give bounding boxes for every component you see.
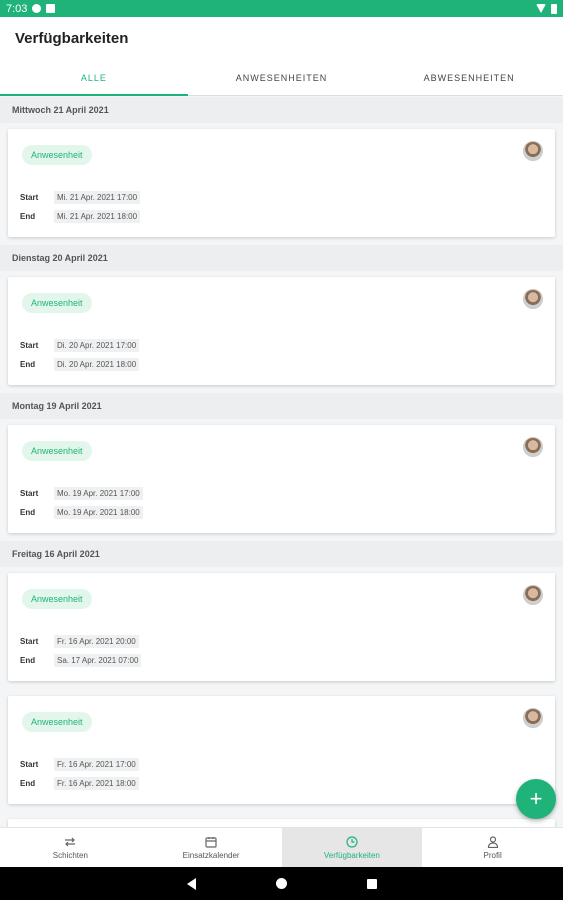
tab-bar: ALLE ANWESENHEITEN ABWESENHEITEN xyxy=(0,60,563,96)
start-value: Di. 20 Apr. 2021 17:00 xyxy=(54,339,140,352)
tab-label: ANWESENHEITEN xyxy=(235,72,328,83)
type-chip: Anwesenheit xyxy=(22,441,92,461)
type-chip: Anwesenheit xyxy=(22,712,92,732)
start-value: Fr. 16 Apr. 2021 20:00 xyxy=(54,635,139,648)
availability-card[interactable]: Anwesenheit Start Fr. 16 Apr. 2021 17:00 … xyxy=(8,696,555,804)
availability-card[interactable]: Anwesenheit Start Fr. 16 Apr. 2021 20:00 … xyxy=(8,573,555,681)
start-label: Start xyxy=(20,193,39,202)
avatar xyxy=(523,141,543,161)
end-value: Fr. 16 Apr. 2021 18:00 xyxy=(54,777,139,790)
tab-anwesenheiten[interactable]: ANWESENHEITEN xyxy=(188,60,376,95)
nav-label: Einsatzkalender xyxy=(182,850,240,860)
end-value: Mo. 19 Apr. 2021 18:00 xyxy=(54,506,143,519)
end-label: End xyxy=(20,508,36,517)
calendar-icon xyxy=(205,836,217,848)
nav-item-einsatzkalender[interactable]: Einsatzkalender xyxy=(141,828,282,867)
nav-label: Profil xyxy=(483,850,502,860)
start-value: Fr. 16 Apr. 2021 17:00 xyxy=(54,758,139,771)
add-availability-button[interactable]: + xyxy=(516,779,556,819)
availability-card[interactable]: Anwesenheit Start Mi. 21 Apr. 2021 17:00 … xyxy=(8,129,555,237)
type-chip: Anwesenheit xyxy=(22,589,92,609)
availability-card-partial[interactable] xyxy=(8,819,555,827)
avatar xyxy=(523,289,543,309)
type-chip: Anwesenheit xyxy=(22,293,92,313)
nav-label: Schichten xyxy=(52,850,88,860)
swap-arrows-icon xyxy=(65,837,76,846)
nav-item-profil[interactable]: Profil xyxy=(422,828,563,867)
nav-item-schichten[interactable]: Schichten xyxy=(0,828,141,867)
back-icon[interactable] xyxy=(186,877,196,890)
start-label: Start xyxy=(20,637,39,646)
battery-icon xyxy=(551,3,557,14)
recent-apps-icon[interactable] xyxy=(366,878,377,889)
availability-card[interactable]: Anwesenheit Start Mo. 19 Apr. 2021 17:00 … xyxy=(8,425,555,533)
avatar xyxy=(523,708,543,728)
end-value: Di. 20 Apr. 2021 18:00 xyxy=(54,358,140,371)
end-value: Mi. 21 Apr. 2021 18:00 xyxy=(54,210,141,223)
end-label: End xyxy=(20,360,36,369)
tab-label: ALLE xyxy=(80,72,107,83)
plus-icon: + xyxy=(529,786,543,811)
status-time: 7:03 xyxy=(6,2,28,15)
end-label: End xyxy=(20,779,36,788)
end-label: End xyxy=(20,656,36,665)
start-label: Start xyxy=(20,760,39,769)
bottom-navigation: Schichten Einsatzkalender Verfügbarkeite… xyxy=(0,827,563,867)
availability-card[interactable]: Anwesenheit Start Di. 20 Apr. 2021 17:00 … xyxy=(8,277,555,385)
person-icon xyxy=(487,835,498,848)
end-label: End xyxy=(20,212,36,221)
tab-abwesenheiten[interactable]: ABWESENHEITEN xyxy=(375,60,563,95)
date-header: Montag 19 April 2021 xyxy=(0,393,563,419)
start-value: Mi. 21 Apr. 2021 17:00 xyxy=(54,191,141,204)
availability-list[interactable]: Mittwoch 21 April 2021 Anwesenheit Start… xyxy=(0,97,563,827)
start-label: Start xyxy=(20,341,39,350)
home-icon[interactable] xyxy=(275,878,287,889)
app-bar: Verfügbarkeiten xyxy=(0,17,563,60)
date-header: Mittwoch 21 April 2021 xyxy=(0,97,563,123)
date-header: Dienstag 20 April 2021 xyxy=(0,245,563,271)
wifi-icon xyxy=(536,4,546,13)
page-title: Verfügbarkeiten xyxy=(15,30,129,47)
system-navigation-bar xyxy=(0,867,563,900)
avatar xyxy=(523,585,543,605)
nav-label: Verfügbarkeiten xyxy=(323,850,380,860)
start-value: Mo. 19 Apr. 2021 17:00 xyxy=(54,487,143,500)
start-label: Start xyxy=(20,489,39,498)
status-bar: 7:03 xyxy=(0,0,563,17)
tab-label: ABWESENHEITEN xyxy=(423,72,515,83)
clock-icon xyxy=(346,835,358,848)
type-chip: Anwesenheit xyxy=(22,145,92,165)
avatar xyxy=(523,437,543,457)
app-notification-icon xyxy=(32,4,42,13)
date-header: Freitag 16 April 2021 xyxy=(0,541,563,567)
tab-alle[interactable]: ALLE xyxy=(0,60,188,96)
nav-item-verfuegbarkeiten[interactable]: Verfügbarkeiten xyxy=(281,828,423,867)
storage-notification-icon xyxy=(46,4,56,13)
end-value: Sa. 17 Apr. 2021 07:00 xyxy=(54,654,142,667)
